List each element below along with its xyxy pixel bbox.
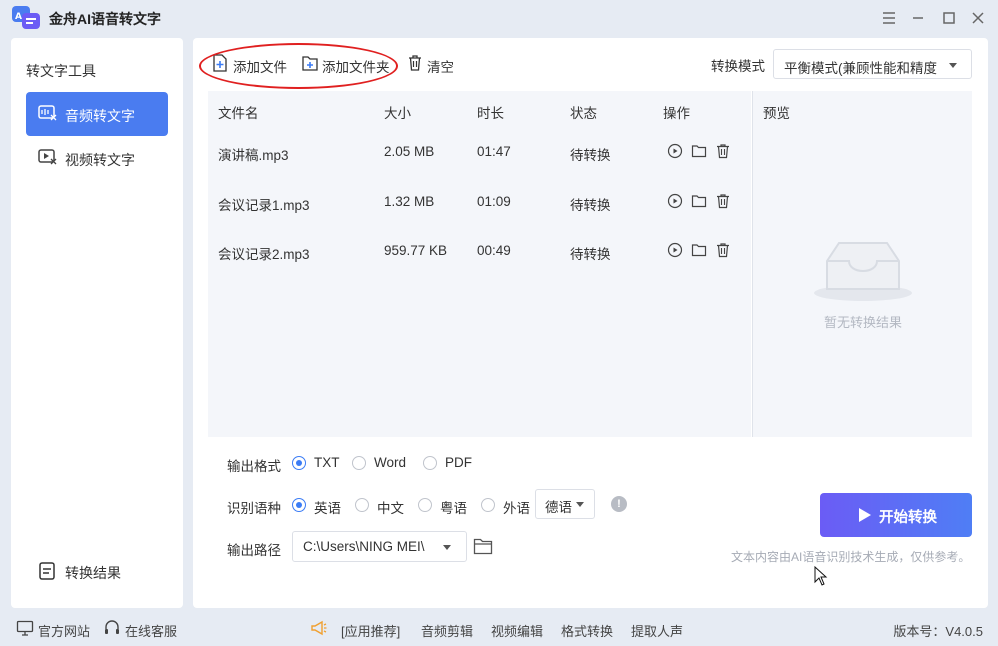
column-header-size: 大小 [384, 106, 411, 121]
file-name: 会议记录2.mp3 [218, 247, 310, 262]
output-format-label: 输出格式 [227, 459, 281, 474]
preview-title: 预览 [763, 106, 790, 121]
footer-link-extract-vocals[interactable]: 提取人声 [631, 621, 683, 640]
format-radio-txt[interactable]: TXT [292, 454, 342, 472]
column-header-actions: 操作 [663, 106, 690, 121]
sidebar-title: 转文字工具 [26, 63, 96, 79]
table-row[interactable]: 会议记录1.mp3 1.32 MB 01:09 待转换 [208, 183, 751, 223]
file-name: 会议记录1.mp3 [218, 198, 310, 213]
browse-folder-icon[interactable] [473, 537, 493, 555]
mode-dropdown[interactable]: 平衡模式(兼顾性能和精度 [773, 49, 972, 79]
folder-icon[interactable] [691, 143, 707, 159]
info-icon[interactable]: ! [611, 496, 627, 512]
output-path-value: C:\Users\NING MEI\ [303, 539, 425, 554]
sidebar-item-label: 转换结果 [65, 565, 121, 581]
main-panel: 添加文件 添加文件夹 清空 转换模式 平衡模式(兼顾性能和精度 文件名 大小 时… [193, 38, 988, 608]
footer-link-video-edit[interactable]: 视频编辑 [491, 621, 543, 640]
version-label: 版本号：V4.0.5 [893, 624, 983, 639]
file-duration: 00:49 [477, 243, 511, 258]
app-title: 金舟AI语音转文字 [49, 11, 161, 27]
start-convert-button[interactable]: 开始转换 [820, 493, 972, 537]
add-folder-button[interactable]: 添加文件夹 [302, 53, 398, 75]
language-label: 识别语种 [227, 501, 281, 516]
file-duration: 01:09 [477, 194, 511, 209]
file-status: 待转换 [570, 198, 611, 213]
file-name: 演讲稿.mp3 [218, 148, 289, 163]
maximize-icon[interactable] [939, 8, 959, 28]
column-header-status: 状态 [570, 106, 597, 121]
folder-icon[interactable] [691, 193, 707, 209]
megaphone-icon [311, 620, 327, 636]
mouse-cursor-icon [814, 566, 828, 586]
play-icon[interactable] [667, 193, 683, 209]
clear-button[interactable]: 清空 [407, 53, 457, 75]
disclaimer-text: 文本内容由AI语音识别技术生成，仅供参考。 [731, 550, 971, 564]
trash-icon[interactable] [715, 242, 731, 258]
add-folder-icon [302, 56, 318, 71]
language-radio-foreign[interactable]: 外语 [481, 496, 533, 516]
play-icon [859, 508, 871, 522]
audio-to-text-icon [38, 105, 57, 121]
foreign-language-dropdown[interactable]: 德语 [535, 489, 595, 519]
headset-icon [105, 620, 119, 634]
footer-link-format-convert[interactable]: 格式转换 [561, 621, 613, 640]
empty-state-text: 暂无转换结果 [823, 315, 902, 330]
chevron-down-icon [949, 63, 957, 68]
trash-icon[interactable] [715, 143, 731, 159]
trash-icon [409, 55, 421, 71]
document-icon [39, 562, 55, 580]
language-radio-cantonese[interactable]: 粤语 [418, 496, 470, 516]
language-radio-english[interactable]: 英语 [292, 496, 344, 516]
mode-value: 平衡模式(兼顾性能和精度 [784, 61, 937, 76]
file-size: 2.05 MB [384, 144, 435, 159]
svg-text:A: A [15, 12, 22, 22]
file-status: 待转换 [570, 148, 611, 163]
menu-icon[interactable] [879, 8, 899, 28]
table-row[interactable]: 演讲稿.mp3 2.05 MB 01:47 待转换 [208, 133, 751, 173]
file-status: 待转换 [570, 247, 611, 262]
preview-panel: 预览 暂无转换结果 [752, 91, 972, 437]
file-size: 1.32 MB [384, 194, 435, 209]
file-size: 959.77 KB [384, 243, 448, 258]
table-row[interactable]: 会议记录2.mp3 959.77 KB 00:49 待转换 [208, 232, 751, 272]
format-radio-pdf[interactable]: PDF [423, 454, 473, 472]
play-icon[interactable] [667, 242, 683, 258]
play-icon[interactable] [667, 143, 683, 159]
video-to-text-icon [38, 149, 57, 165]
trash-icon[interactable] [715, 193, 731, 209]
output-path-label: 输出路径 [227, 543, 281, 558]
output-path-dropdown[interactable]: C:\Users\NING MEI\ [292, 531, 467, 562]
monitor-icon [16, 620, 34, 636]
language-radio-chinese[interactable]: 中文 [355, 496, 407, 516]
empty-inbox-icon [814, 242, 912, 301]
mode-label: 转换模式 [711, 59, 765, 74]
close-icon[interactable] [968, 8, 988, 28]
footer-link-audio-edit[interactable]: 音频剪辑 [421, 621, 473, 640]
title-bar: A 金舟AI语音转文字 [0, 0, 998, 36]
foreign-language-value: 德语 [545, 500, 572, 515]
column-header-duration: 时长 [477, 106, 504, 121]
chevron-down-icon [443, 545, 451, 550]
sidebar-item-video-to-text[interactable]: 视频转文字 [26, 136, 168, 180]
sidebar-item-results[interactable]: 转换结果 [37, 560, 157, 584]
online-service-link[interactable]: 在线客服 [125, 621, 177, 640]
sidebar-item-label: 音频转文字 [65, 108, 135, 124]
format-radio-word[interactable]: Word [352, 454, 412, 472]
file-table: 文件名 大小 时长 状态 操作 演讲稿.mp3 2.05 MB 01:47 待转… [208, 91, 751, 437]
official-website-link[interactable]: 官方网站 [38, 621, 90, 640]
folder-icon[interactable] [691, 242, 707, 258]
sidebar-item-label: 视频转文字 [65, 152, 135, 168]
footer: 官方网站 在线客服 [应用推荐] 音频剪辑 视频编辑 格式转换 提取人声 版本号… [0, 612, 998, 646]
file-duration: 01:47 [477, 144, 511, 159]
app-logo-icon: A [12, 6, 40, 29]
sidebar: 转文字工具 音频转文字 视频转文字 转换结果 [11, 38, 183, 608]
app-recommend-label: [应用推荐] [341, 624, 401, 639]
column-header-filename: 文件名 [218, 106, 259, 121]
sidebar-item-audio-to-text[interactable]: 音频转文字 [26, 92, 168, 136]
add-file-button[interactable]: 添加文件 [212, 53, 292, 75]
chevron-down-icon [576, 502, 584, 507]
add-file-icon [213, 54, 227, 72]
minimize-icon[interactable] [908, 8, 928, 28]
